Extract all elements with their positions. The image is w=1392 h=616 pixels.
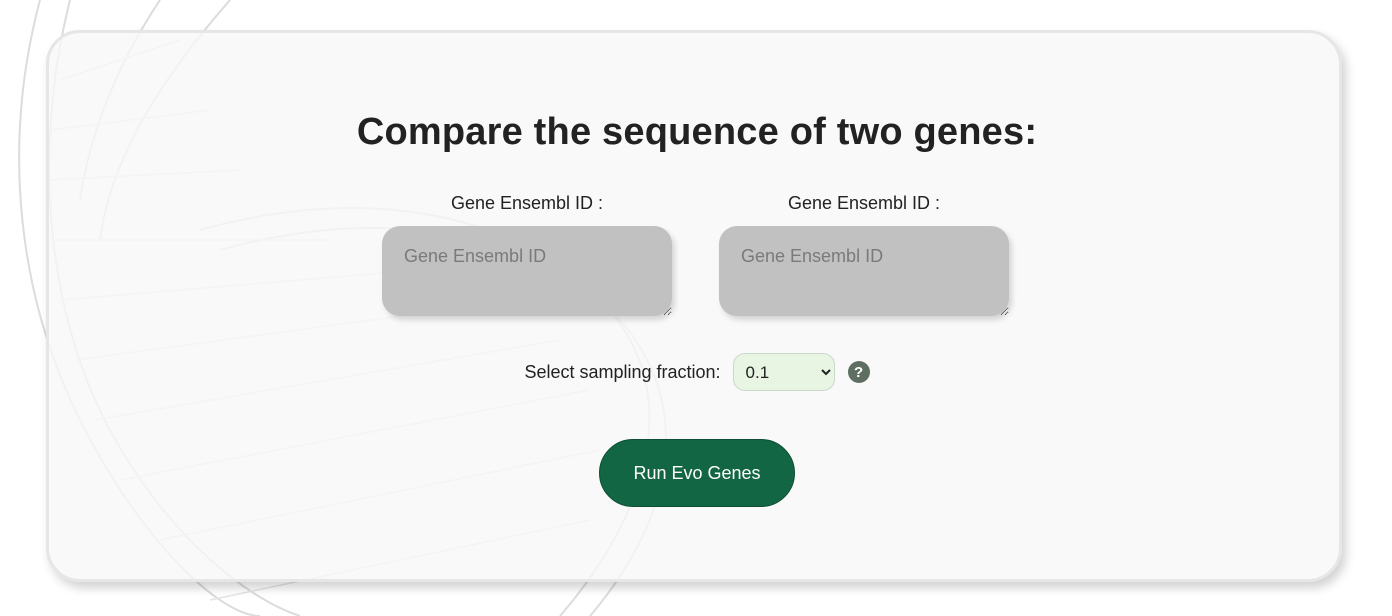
run-evo-genes-button[interactable]: Run Evo Genes [599, 439, 795, 507]
question-mark-icon[interactable]: ? [847, 361, 870, 383]
sampling-fraction-select[interactable]: 0.1 [732, 353, 835, 391]
gene2-input[interactable] [719, 226, 1009, 316]
gene2-label: Gene Ensembl ID : [787, 193, 941, 213]
sampling-fraction-label: Select sampling fraction: [524, 361, 721, 382]
gene1-label: Gene Ensembl ID : [450, 193, 604, 213]
page-title: Compare the sequence of two genes: [356, 111, 1038, 153]
gene1-field: Gene Ensembl ID : [382, 193, 672, 316]
gene-compare-card: Compare the sequence of two genes: Gene … [46, 30, 1342, 582]
gene1-input[interactable] [382, 226, 672, 316]
gene2-field: Gene Ensembl ID : [719, 193, 1009, 316]
sampling-fraction-row: Select sampling fraction: 0.1 ? [49, 353, 1345, 391]
